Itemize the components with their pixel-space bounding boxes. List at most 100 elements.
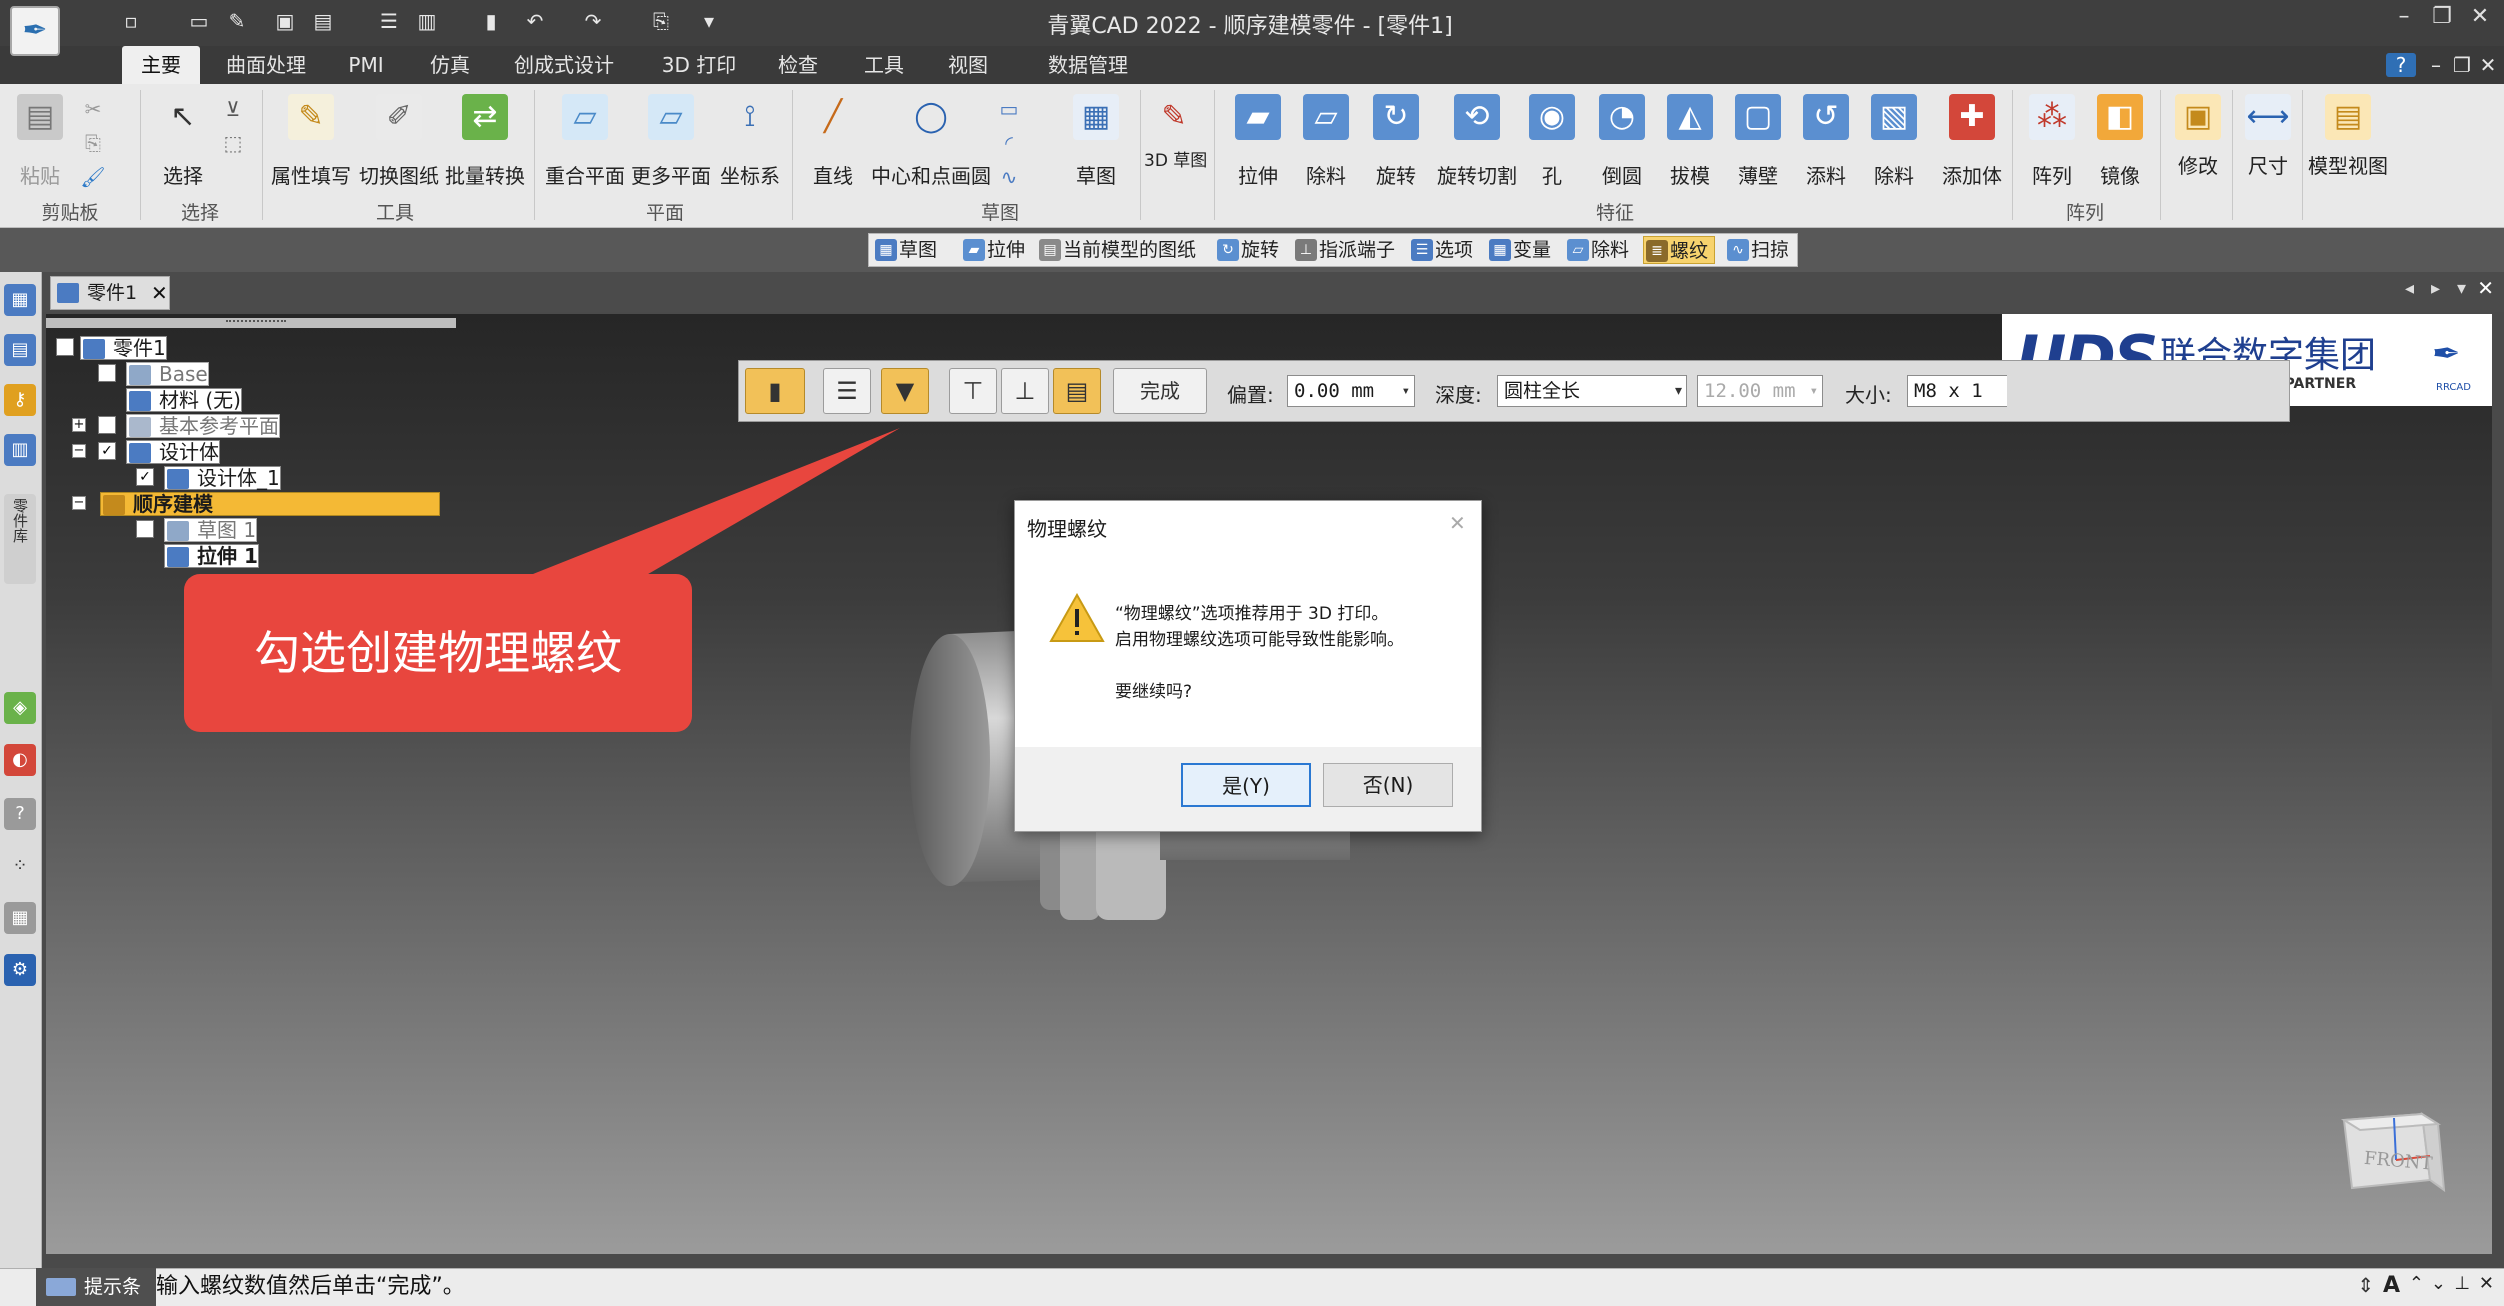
cmd-sweep[interactable]: ∿ 扫掠: [1725, 236, 1789, 264]
tab-surface[interactable]: 曲面处理: [214, 46, 318, 84]
status-scroll-icon[interactable]: ⇕: [2357, 1273, 2374, 1297]
curve-icon[interactable]: ∿: [996, 164, 1022, 190]
revolve-cut-button[interactable]: ⟲ 旋转切割: [1432, 88, 1522, 208]
tab-simulation[interactable]: 仿真: [420, 46, 480, 84]
view-cube[interactable]: FRONT: [2330, 1100, 2450, 1210]
collapse-ordered[interactable]: −: [72, 496, 86, 510]
tree-node-ordered-modeling[interactable]: 顺序建模: [100, 492, 440, 516]
modify-button[interactable]: ▣ 修改: [2166, 88, 2230, 208]
tree-node-ref-planes[interactable]: 基本参考平面: [126, 414, 280, 438]
batch-convert-button[interactable]: ⇄ 批量转换: [440, 88, 530, 208]
tree-node-design-body-1[interactable]: 设计体_1: [164, 466, 281, 490]
blocks-icon[interactable]: ▦: [4, 902, 36, 934]
select-face-button[interactable]: ☰: [823, 368, 871, 414]
tree-node-extrude1[interactable]: 拉伸 1: [164, 544, 259, 568]
print-icon[interactable]: ▥: [414, 8, 440, 34]
cmd-cut[interactable]: ▱ 除料: [1565, 236, 1629, 264]
cmd-thread[interactable]: ≣ 螺纹: [1643, 236, 1716, 264]
thread-options-dialog-button[interactable]: ▤: [1053, 368, 1101, 414]
tab-3d-print[interactable]: 3D 打印: [652, 46, 746, 84]
list-icon[interactable]: ☰: [376, 8, 402, 34]
status-close-icon[interactable]: ✕: [2479, 1273, 2494, 1294]
collapse-design-bodies[interactable]: −: [72, 444, 86, 458]
cut-icon[interactable]: ✂: [80, 96, 106, 122]
customize-icon[interactable]: ▾: [696, 8, 722, 34]
thread-type-button[interactable]: ▼: [881, 368, 929, 414]
minimize-icon[interactable]: –: [2390, 4, 2418, 34]
add-body-button[interactable]: ✚ 添加体: [1932, 88, 2012, 208]
parts-library-tab[interactable]: 零件库: [4, 494, 36, 584]
sketch1-checkbox[interactable]: [136, 520, 154, 538]
filter-icon[interactable]: ⊻: [220, 96, 246, 122]
tree-node-base[interactable]: Base: [126, 362, 209, 386]
hole-button[interactable]: ◉ 孔: [1524, 88, 1580, 208]
copy-icon[interactable]: ⎘: [80, 130, 106, 156]
format-painter-icon[interactable]: 🖌: [80, 164, 106, 190]
switch-drawing-button[interactable]: ✐ 切换图纸: [354, 88, 444, 208]
close-tab-icon[interactable]: ✕: [151, 277, 168, 309]
ref-planes-checkbox[interactable]: [98, 416, 116, 434]
tree-node-sketch1[interactable]: 草图 1: [164, 518, 258, 542]
design-body-1-checkbox[interactable]: ✓: [136, 468, 154, 486]
link-icon[interactable]: ⎘: [648, 8, 674, 34]
tab-scroll-left-icon[interactable]: ◂: [2405, 278, 2414, 299]
render-icon[interactable]: ◈: [4, 692, 36, 724]
status-pin-icon[interactable]: ⊥: [2454, 1273, 2470, 1294]
new-doc-icon[interactable]: ▫: [118, 8, 144, 34]
tree-node-material[interactable]: 材料 (无): [126, 388, 242, 412]
cmd-sketch[interactable]: ▦ 草图: [873, 236, 937, 264]
no-button[interactable]: 否(N): [1323, 763, 1453, 807]
tree-node-design-bodies[interactable]: 设计体: [126, 440, 220, 464]
settings-gear-icon[interactable]: ⚙: [4, 954, 36, 986]
thin-wall-button[interactable]: ▢ 薄壁: [1726, 88, 1790, 208]
cmd-extrude[interactable]: ▰ 拉伸: [961, 236, 1025, 264]
tab-list-icon[interactable]: ▾: [2457, 278, 2466, 299]
coincident-plane-button[interactable]: ▱ 重合平面: [540, 88, 630, 208]
cmd-model-drawing[interactable]: ▤ 当前模型的图纸: [1037, 236, 1196, 264]
tab-generative[interactable]: 创成式设计: [506, 46, 622, 84]
remove-material-button[interactable]: ▧ 除料: [1862, 88, 1926, 208]
cmd-revolve[interactable]: ↻ 旋转: [1215, 236, 1279, 264]
status-collapse-icon[interactable]: ⌃: [2409, 1273, 2424, 1294]
ribbon-restore-icon[interactable]: ❐: [2450, 46, 2474, 84]
tab-inspect[interactable]: 检查: [770, 46, 826, 84]
offset-field[interactable]: 0.00 mm ▾: [1287, 375, 1415, 407]
rectangle-icon[interactable]: ▭: [996, 96, 1022, 122]
pattern-button[interactable]: ⁂ 阵列: [2020, 88, 2084, 208]
root-checkbox[interactable]: [56, 338, 74, 356]
library-icon[interactable]: ▥: [4, 434, 36, 466]
grid-dots-icon[interactable]: ⁘: [4, 850, 36, 882]
coordinate-system-button[interactable]: ⟟ 坐标系: [710, 88, 790, 208]
save-all-icon[interactable]: ▤: [310, 8, 336, 34]
help-question-icon[interactable]: ?: [4, 798, 36, 830]
pathfinder-icon[interactable]: ▦: [4, 284, 36, 316]
cmd-options[interactable]: ☰ 选项: [1409, 236, 1473, 264]
status-expand-icon[interactable]: ⌄: [2431, 1273, 2446, 1294]
sketch-3d-button[interactable]: ✎ 3D 草图: [1144, 88, 1207, 208]
color-icon[interactable]: ◐: [4, 744, 36, 776]
cut-feature-button[interactable]: ▱ 除料: [1294, 88, 1358, 208]
ribbon-close-icon[interactable]: ✕: [2476, 46, 2500, 84]
arc-icon[interactable]: ◜: [996, 130, 1022, 156]
tab-data-management[interactable]: 数据管理: [1030, 46, 1146, 84]
tree-grip[interactable]: [226, 320, 286, 324]
ribbon-minimize-icon[interactable]: –: [2424, 46, 2448, 84]
round-button[interactable]: ◔ 倒圆: [1590, 88, 1654, 208]
undo-icon[interactable]: ↶: [522, 8, 548, 34]
app-logo-icon[interactable]: ✒: [10, 6, 60, 56]
more-planes-button[interactable]: ▱ 更多平面: [626, 88, 716, 208]
open-icon[interactable]: ▭: [186, 8, 212, 34]
clipboard-icon[interactable]: ▮: [478, 8, 504, 34]
select-box-icon[interactable]: ⬚: [220, 130, 246, 156]
extrude-button[interactable]: ▰ 拉伸: [1226, 88, 1290, 208]
size-field[interactable]: M8 x 1: [1907, 375, 2007, 407]
redo-icon[interactable]: ↷: [580, 8, 606, 34]
thread-option-button[interactable]: ⊥: [1001, 368, 1049, 414]
model-view-button[interactable]: ▤ 模型视图: [2304, 88, 2392, 208]
revolve-button[interactable]: ↻ 旋转: [1364, 88, 1428, 208]
paste-button[interactable]: ▤ 粘贴: [10, 88, 70, 208]
add-material-button[interactable]: ↺ 添料: [1794, 88, 1858, 208]
save-icon[interactable]: ▣: [272, 8, 298, 34]
key-icon[interactable]: ⚷: [4, 384, 36, 416]
draft-button[interactable]: ◭ 拔模: [1658, 88, 1722, 208]
